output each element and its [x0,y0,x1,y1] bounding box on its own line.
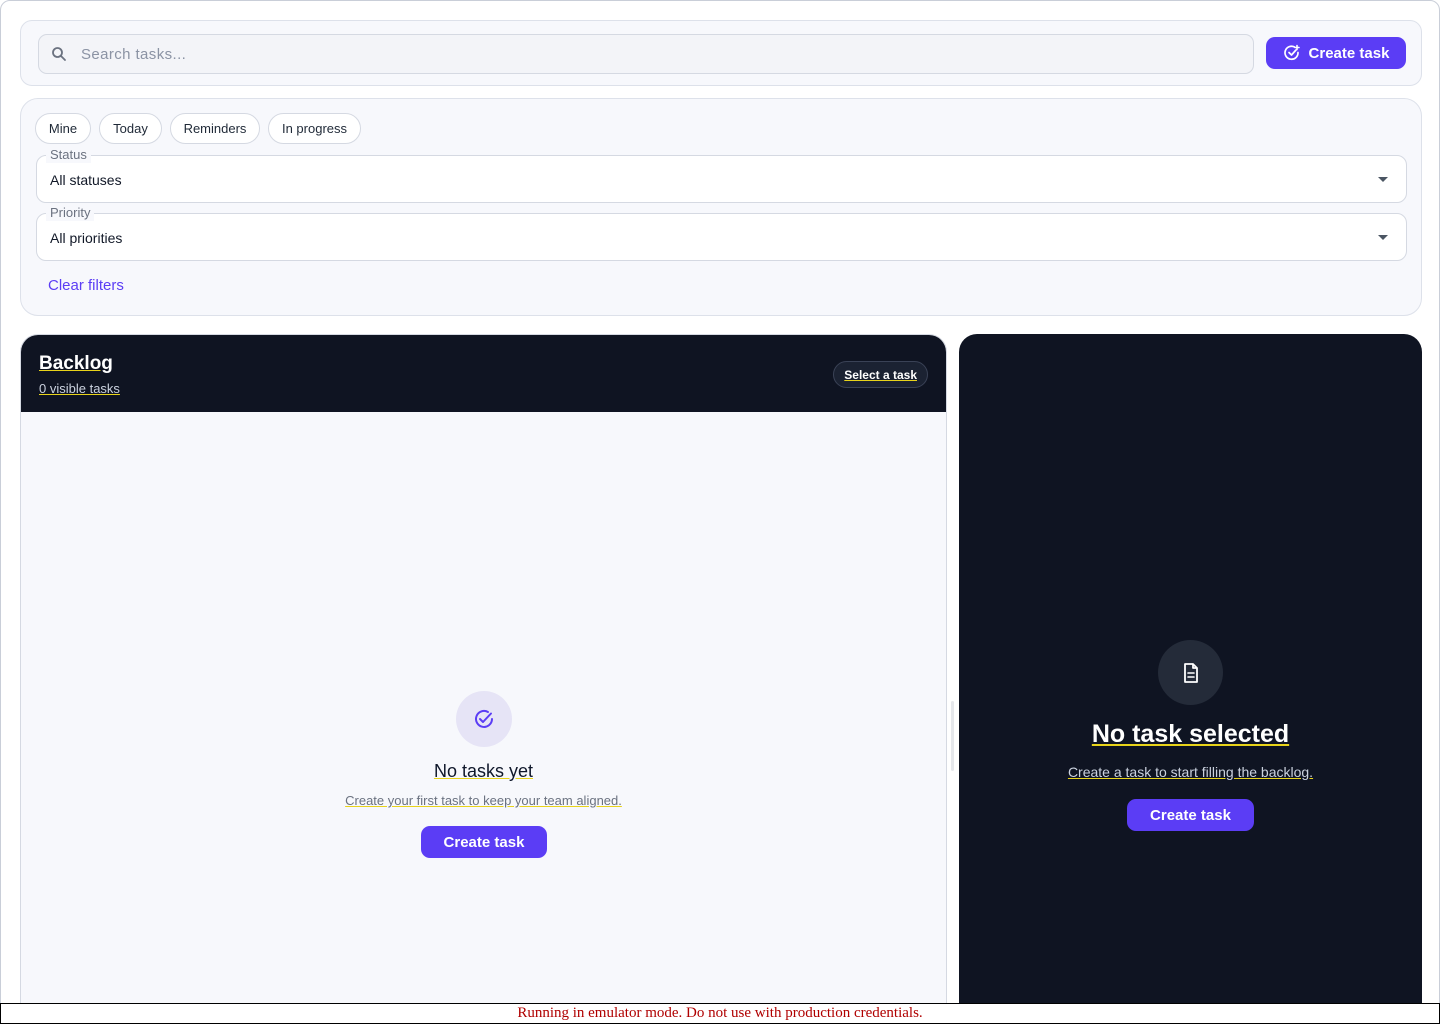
backlog-title: Backlog [39,353,113,374]
check-circle-icon [475,709,493,728]
detail-empty-subtitle: Create a task to start filling the backl… [1067,764,1314,780]
status-value: All statuses [50,172,122,188]
detail-create-task-label: Create task [1150,806,1231,824]
chip-mine[interactable]: Mine [35,113,91,144]
task-detail-panel: No task selected Create a task to start … [959,334,1422,1024]
detail-icon-badge [1158,640,1223,705]
add-task-icon [1283,44,1300,61]
emulator-warning-banner: Running in emulator mode. Do not use wit… [0,1003,1440,1024]
detail-empty-title: No task selected [1091,720,1290,748]
search-bar-card: Create task [20,20,1422,86]
search-icon [52,47,66,61]
filter-card: Mine Today Reminders In progress Status … [20,98,1422,316]
search-input[interactable] [81,35,1241,73]
empty-state-icon-badge [456,691,512,747]
priority-select[interactable]: Priority All priorities [36,205,1407,261]
visible-task-count: 0 visible tasks [39,381,120,396]
chip-in-progress[interactable]: In progress [268,113,361,144]
status-select[interactable]: Status All statuses [36,147,1407,203]
chip-reminders[interactable]: Reminders [170,113,260,144]
document-icon [1183,662,1198,683]
backlog-create-task-button[interactable]: Create task [421,826,547,858]
clear-filters-link[interactable]: Clear filters [48,277,124,294]
chevron-down-icon [1378,177,1388,182]
create-task-button[interactable]: Create task [1266,37,1406,69]
priority-value: All priorities [50,230,123,246]
app-frame: Create task Mine Today Reminders In prog… [0,0,1440,1024]
chevron-down-icon [1378,235,1388,240]
panel-resize-handle[interactable] [951,701,954,771]
select-task-pill: Select a task [833,361,928,388]
detail-create-task-button[interactable]: Create task [1127,799,1254,831]
backlog-panel: Backlog 0 visible tasks Select a task No… [20,334,947,1024]
empty-state-title: No tasks yet [433,761,534,781]
priority-label: Priority [46,205,95,221]
backlog-header: Backlog 0 visible tasks Select a task [21,335,946,412]
status-label: Status [46,147,91,163]
create-task-label: Create task [1308,44,1390,62]
search-box[interactable] [38,34,1254,74]
backlog-create-task-label: Create task [443,833,525,851]
empty-state-subtitle: Create your first task to keep your team… [345,793,622,808]
chip-today[interactable]: Today [99,113,162,144]
